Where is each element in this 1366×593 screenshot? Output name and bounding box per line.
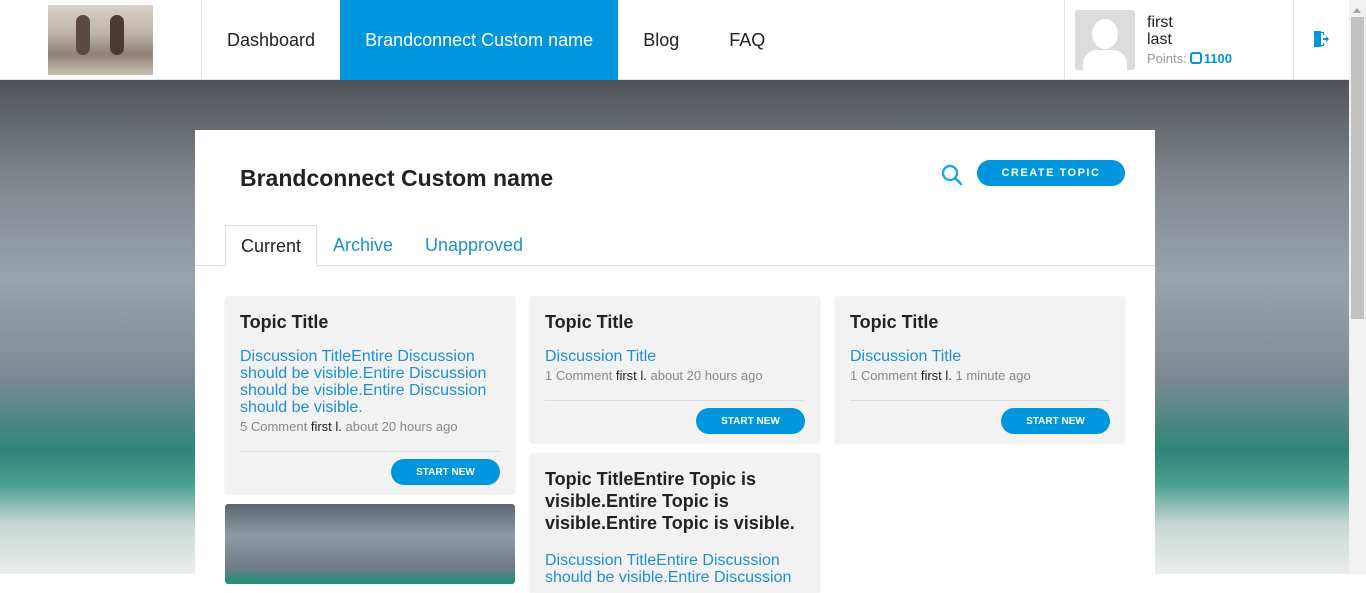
author: first l. [310,419,342,434]
user-last-name: last [1147,30,1172,48]
nav-dashboard[interactable]: Dashboard [202,0,340,80]
comment-count: 1 Comment [545,368,613,383]
main-nav: Dashboard Brandconnect Custom name Blog … [202,0,790,80]
tab-unapproved[interactable]: Unapproved [410,225,538,266]
avatar [1075,10,1135,70]
start-new-button[interactable]: START NEW [696,408,805,434]
topic-image-card[interactable] [225,504,515,584]
timestamp: 1 minute ago [955,368,1031,383]
tab-archive[interactable]: Archive [318,225,408,266]
search-icon[interactable] [941,164,963,186]
topic-card: Topic TitleEntire Topic is visible.Entir… [530,453,820,593]
divider [850,400,1110,401]
discussion-title[interactable]: Discussion TitleEntire Discussion should… [240,348,500,416]
topic-title[interactable]: Topic TitleEntire Topic is visible.Entir… [545,468,805,534]
start-new-button[interactable]: START NEW [1001,408,1110,434]
comment-count: 5 Comment [240,419,308,434]
discussion-title[interactable]: Discussion Title [850,348,1110,365]
start-new-button[interactable]: START NEW [391,459,500,485]
points-icon [1189,51,1202,64]
user-first-name: first [1147,13,1173,31]
topic-title[interactable]: Topic Title [850,311,1110,333]
nav-brandconnect[interactable]: Brandconnect Custom name [340,0,619,80]
topic-title[interactable]: Topic Title [240,311,500,333]
nav-blog[interactable]: Blog [618,0,704,80]
scrollbar[interactable] [1349,0,1366,574]
page-title: Brandconnect Custom name [240,165,554,191]
nav-faq[interactable]: FAQ [704,0,790,80]
divider [240,451,500,452]
topics-panel: Brandconnect Custom name CREATE TOPIC Cu… [195,130,1155,593]
topic-card: Topic Title Discussion Title 1 Comment f… [835,296,1125,442]
logout-icon[interactable] [1312,30,1330,48]
discussion-title[interactable]: Discussion Title [545,348,805,365]
divider [545,400,805,401]
logo-image [48,5,153,75]
create-topic-button[interactable]: CREATE TOPIC [977,160,1125,186]
comment-count: 1 Comment [850,368,918,383]
user-menu[interactable]: first last Points: 1100 [1064,0,1294,80]
timestamp: about 20 hours ago [345,419,458,434]
topic-card: Topic Title Discussion Title 1 Comment f… [530,296,820,442]
topic-title[interactable]: Topic Title [545,311,805,333]
logo[interactable] [0,0,202,80]
author: first l. [920,368,952,383]
points-value: 1100 [1203,50,1232,66]
topic-card: Topic Title Discussion TitleEntire Discu… [225,296,515,493]
discussion-title[interactable]: Discussion TitleEntire Discussion should… [545,552,805,586]
tab-current[interactable]: Current [225,225,317,266]
author: first l. [615,368,647,383]
timestamp: about 20 hours ago [650,368,763,383]
points-label: Points: [1147,50,1187,66]
tabs: Current Archive Unapproved [195,225,1155,266]
